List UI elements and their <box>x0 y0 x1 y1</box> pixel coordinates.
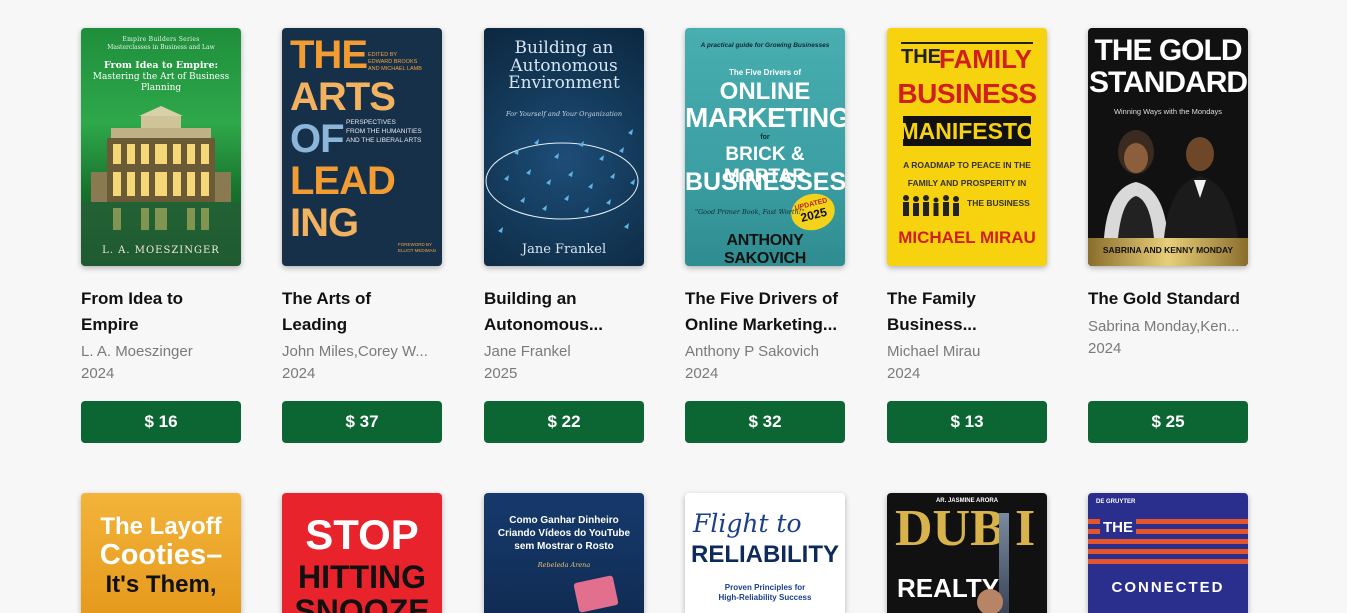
book-cover[interactable]: The Layoff Cooties– It's Them, <box>81 493 241 613</box>
book-title[interactable]: Building an Autonomous... <box>484 286 649 338</box>
book-cover[interactable]: Flight to RELIABILITY Proven Principles … <box>685 493 845 613</box>
cover-title: STOP <box>305 511 419 558</box>
cover-title: RELIABILITY <box>691 541 839 568</box>
cover-subtitle: High-Reliability Success <box>718 593 812 602</box>
book-author: Michael Mirau <box>887 343 981 360</box>
book-title[interactable]: The Arts of Leading <box>282 286 447 338</box>
cover-author: Rebeleda Arena <box>537 561 591 569</box>
price-button[interactable]: $ 32 <box>685 401 845 443</box>
cover-manifesto: MANIFESTO <box>899 118 1035 144</box>
cover-heading: From Idea to Empire: <box>103 60 218 71</box>
book-cover[interactable]: AR. JASMINE ARORA DUB I REALTY <box>887 493 1047 613</box>
book-title[interactable]: From Idea to Empire <box>81 286 246 338</box>
cover-title: It's Them, <box>105 571 217 598</box>
price-button[interactable]: $ 37 <box>282 401 442 443</box>
cover-author: SABRINA AND KENNY MONDAY <box>1102 245 1234 255</box>
book-year: 2024 <box>887 365 921 382</box>
book-cover[interactable]: THE FAMILY BUSINESS MANIFESTO A ROADMAP … <box>887 28 1047 266</box>
cover-title: CONNECTED <box>1111 579 1225 596</box>
cover-title: STANDARD <box>1088 66 1248 99</box>
portrait <box>977 589 1003 613</box>
cover-foreword: FOREWORD BY ELLIOT MEDIMAN <box>398 242 436 253</box>
book-cover[interactable]: EDITED BY EDWARD BROOKS AND MICHAEL LAMB… <box>282 28 442 266</box>
cover-subtitle: Proven Principles for <box>724 583 806 592</box>
laptop-illustration <box>573 575 619 613</box>
cover-title: Como Ganhar Dinheiro <box>509 515 619 526</box>
book-cover[interactable]: STOP HITTING SNOOZE <box>282 493 442 613</box>
cover-title: Criando Vídeos do YouTube <box>497 528 631 539</box>
cover-title: MARKETING <box>685 102 845 133</box>
book-year: 2024 <box>1088 340 1122 357</box>
cover-title: Flight to <box>693 509 802 538</box>
book-author: Jane Frankel <box>484 343 571 360</box>
cover-title: The Layoff <box>100 513 222 540</box>
book-year: 2025 <box>484 365 518 382</box>
cover-title: sem Mostrar o Rosto <box>514 541 614 552</box>
price-button[interactable]: $ 25 <box>1088 401 1248 443</box>
book-cover[interactable]: DE GRUYTER THE CONNECTED <box>1088 493 1248 613</box>
book-cover[interactable]: Como Ganhar Dinheiro Criando Vídeos do Y… <box>484 493 644 613</box>
cover-the: THE <box>901 46 941 68</box>
book-author: Anthony P Sakovich <box>685 343 819 360</box>
cover-pre: The Five Drivers of <box>728 68 802 77</box>
cover-family: FAMILY <box>939 44 1032 74</box>
couple-photo <box>1104 130 1238 238</box>
book-year: 2024 <box>81 365 115 382</box>
cover-for: for <box>760 134 770 141</box>
cover-title: I <box>1015 500 1036 557</box>
cover-author: L. A. MOESZINGER <box>102 245 220 256</box>
cover-title: Cooties– <box>99 539 223 571</box>
book-author: Sabrina Monday,Ken... <box>1088 318 1240 335</box>
cover-title: SNOOZE <box>294 593 430 613</box>
cover-publisher: DE GRUYTER <box>1096 499 1136 505</box>
price-button[interactable]: $ 13 <box>887 401 1047 443</box>
cover-author: Jane Frankel <box>521 242 607 257</box>
price-button[interactable]: $ 22 <box>484 401 644 443</box>
cover-line: THE BUSINESS <box>967 198 1030 208</box>
cover-title: Building an <box>514 38 614 58</box>
cover-business: BUSINESS <box>897 78 1037 109</box>
book-cover[interactable]: THE GOLD STANDARD Winning Ways with the … <box>1088 28 1248 266</box>
cover-quote: "Good Primer Book, Fast Worth!" <box>695 208 805 216</box>
building-illustration <box>81 106 241 266</box>
cover-subtitle: Winning Ways with the Mondays <box>1113 107 1223 116</box>
cover-title: THE GOLD <box>1094 34 1243 67</box>
book-cover[interactable]: Building an Autonomous Environment For Y… <box>484 28 644 266</box>
book-grid: Empire Builders Series Masterclasses in … <box>0 0 1347 613</box>
book-cover[interactable]: Empire Builders Series Masterclasses in … <box>81 28 241 266</box>
cover-tagline: A practical guide for Growing Businesses <box>700 42 830 49</box>
book-title[interactable]: The Gold Standard <box>1088 286 1253 312</box>
cover-title: DUB <box>895 500 1005 557</box>
cover-author: ANTHONY SAKOVICH <box>723 232 807 266</box>
cover-line: A ROADMAP TO PEACE IN THE <box>903 160 1031 170</box>
cover-series-sub: Masterclasses in Business and Law <box>107 44 215 51</box>
book-title[interactable]: The Family Business... <box>887 286 1052 338</box>
book-year: 2024 <box>282 365 316 382</box>
price-button[interactable]: $ 16 <box>81 401 241 443</box>
cover-subtitle: For Yourself and Your Organization <box>505 110 623 118</box>
cover-subtitle: PERSPECTIVES FROM THE HUMANITIES AND THE… <box>346 119 422 144</box>
book-cover[interactable]: A practical guide for Growing Businesses… <box>685 28 845 266</box>
cover-title: Environment <box>508 73 620 93</box>
cover-title: HITTING <box>298 559 426 595</box>
cover-heading: Mastering the Art of Business <box>92 72 230 82</box>
cover-author: MICHAEL MIRAU <box>898 228 1036 247</box>
family-icon <box>903 195 959 216</box>
cover-series: Empire Builders Series <box>122 36 200 43</box>
book-title[interactable]: The Five Drivers of Online Marketing... <box>685 286 850 338</box>
cover-title: THE <box>1100 519 1136 536</box>
book-year: 2024 <box>685 365 719 382</box>
butterflies-illustration <box>485 129 639 233</box>
cover-line: FAMILY AND PROSPERITY IN <box>907 178 1027 188</box>
book-author: John Miles,Corey W... <box>282 343 428 360</box>
book-author: L. A. Moeszinger <box>81 343 193 360</box>
